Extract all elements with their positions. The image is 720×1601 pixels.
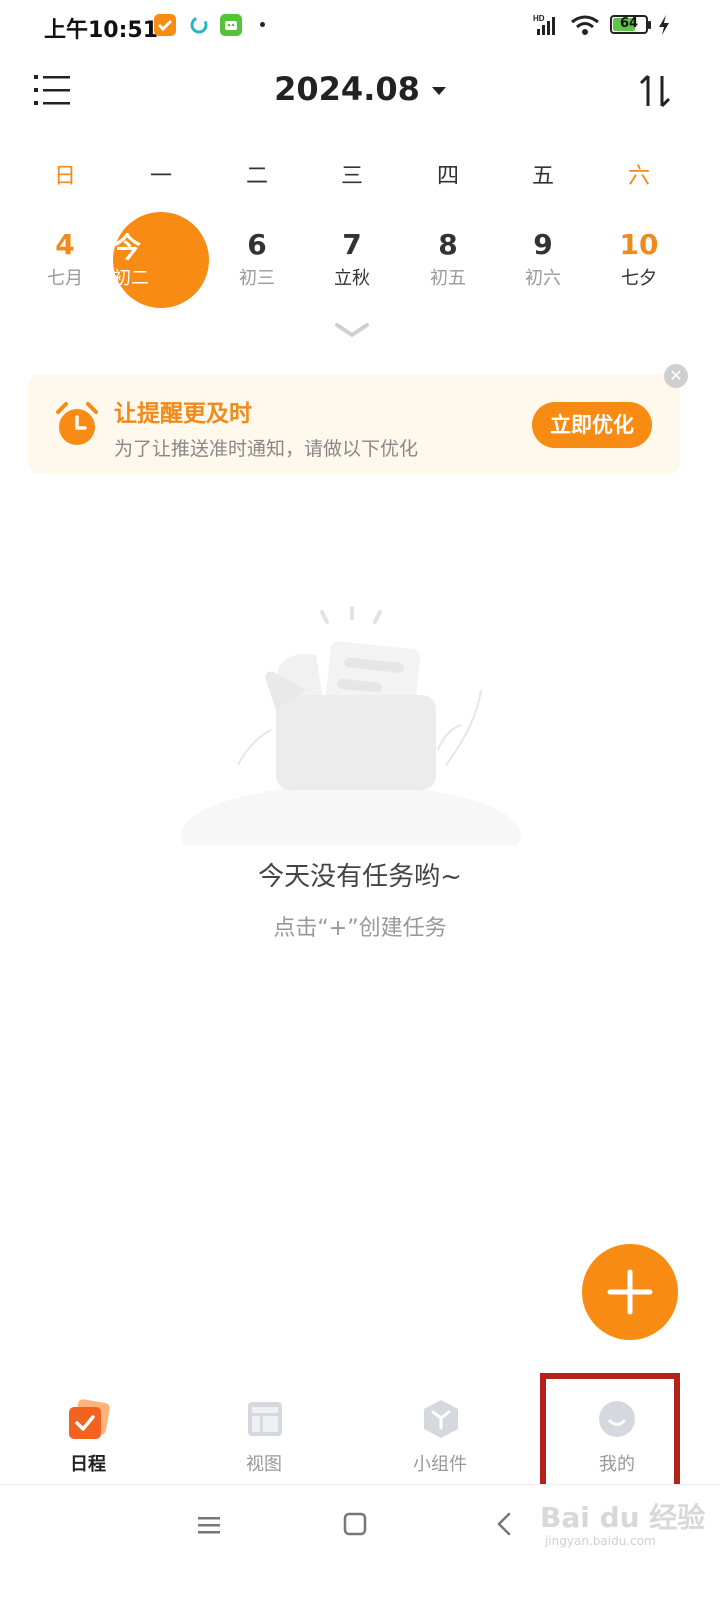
app-notification-icon: [154, 14, 176, 36]
expand-calendar-button[interactable]: [334, 320, 370, 344]
nav-label: 视图: [246, 1454, 282, 1475]
weekday-sat: 六: [627, 164, 650, 189]
empty-state-hint: 点击“+”创建任务: [273, 916, 447, 941]
close-icon: ✕: [669, 366, 683, 385]
day-number: 7: [342, 228, 362, 261]
day-8[interactable]: 8 初五: [400, 210, 496, 306]
nav-label: 日程: [70, 1454, 106, 1475]
baidu-watermark-url: jingyan.baidu.com: [545, 1534, 656, 1548]
battery-level: 64: [619, 16, 639, 31]
back-icon: [497, 1512, 511, 1536]
baidu-watermark: Bai du 经验: [540, 1501, 706, 1534]
day-4[interactable]: 4 七月: [17, 210, 113, 306]
month-selector[interactable]: 2024.08: [0, 70, 720, 108]
more-notifications-dot: [260, 22, 265, 27]
day-number: 9: [533, 228, 553, 261]
view-icon: [246, 1400, 284, 1442]
empty-state-title: 今天没有任务哟~: [258, 862, 462, 892]
festival-label: 七夕: [621, 268, 657, 289]
robot-notification-icon: [220, 14, 242, 36]
weekday-tue: 二: [245, 164, 268, 189]
nav-label: 小组件: [413, 1454, 467, 1475]
nav-view[interactable]: 视图: [204, 1392, 324, 1482]
home-icon: [343, 1512, 367, 1536]
day-10[interactable]: 10 七夕: [591, 210, 687, 306]
lunar-date: 初三: [239, 268, 275, 289]
svg-text:HD: HD: [533, 14, 545, 23]
reminder-banner: 让提醒更及时 为了让推送准时通知，请做以下优化 立即优化: [28, 374, 680, 474]
chevron-down-icon: [335, 323, 369, 338]
sort-button[interactable]: [638, 72, 674, 114]
charging-icon: [656, 14, 672, 40]
wifi-icon: [570, 14, 600, 40]
recent-apps-button[interactable]: [196, 1513, 222, 1541]
lunar-date: 七月: [47, 268, 83, 289]
status-time: 上午10:51: [44, 18, 159, 43]
day-number: 8: [438, 228, 458, 261]
caret-down-icon: [431, 87, 446, 95]
home-button[interactable]: [342, 1511, 368, 1541]
today-label: 今: [113, 231, 142, 264]
empty-folder-illustration: [176, 600, 526, 885]
solar-term: 立秋: [334, 268, 370, 289]
add-task-button[interactable]: [582, 1244, 678, 1340]
schedule-icon: [66, 1398, 112, 1448]
close-banner-button[interactable]: ✕: [664, 364, 688, 388]
lunar-date: 初五: [430, 268, 466, 289]
weekday-fri: 五: [531, 164, 554, 189]
day-number: 10: [619, 228, 659, 261]
alarm-clock-icon: [52, 400, 102, 454]
swirl-notification-icon: [188, 14, 210, 36]
day-today[interactable]: 今 初二: [113, 212, 209, 308]
weekday-mon: 一: [149, 164, 172, 189]
lunar-date: 初六: [525, 268, 561, 289]
signal-icon: HD: [533, 13, 563, 41]
day-6[interactable]: 6 初三: [209, 210, 305, 306]
weekday-thu: 四: [436, 164, 459, 189]
banner-title: 让提醒更及时: [114, 401, 252, 427]
widget-icon: [421, 1398, 461, 1444]
lunar-date: 初二: [113, 268, 149, 289]
weekday-sun: 日: [53, 164, 76, 189]
nav-widget[interactable]: 小组件: [380, 1392, 500, 1482]
banner-subtitle: 为了让推送准时通知，请做以下优化: [114, 438, 419, 460]
month-title: 2024.08: [274, 70, 420, 108]
optimize-now-button[interactable]: 立即优化: [532, 402, 652, 448]
status-bar: 上午10:51 HD 64: [0, 0, 720, 56]
battery-tip: [648, 21, 651, 29]
day-number: 6: [247, 228, 267, 261]
nav-schedule[interactable]: 日程: [28, 1392, 148, 1482]
day-9[interactable]: 9 初六: [495, 210, 591, 306]
plus-icon: [607, 1269, 653, 1315]
battery-icon: 64: [610, 15, 648, 34]
highlight-annotation: [540, 1373, 680, 1495]
day-number: 4: [55, 228, 75, 261]
recents-icon: [198, 1517, 220, 1534]
weekday-wed: 三: [340, 164, 363, 189]
day-7[interactable]: 7 立秋: [304, 210, 400, 306]
back-button[interactable]: [494, 1511, 514, 1541]
sort-icon: [639, 74, 671, 108]
